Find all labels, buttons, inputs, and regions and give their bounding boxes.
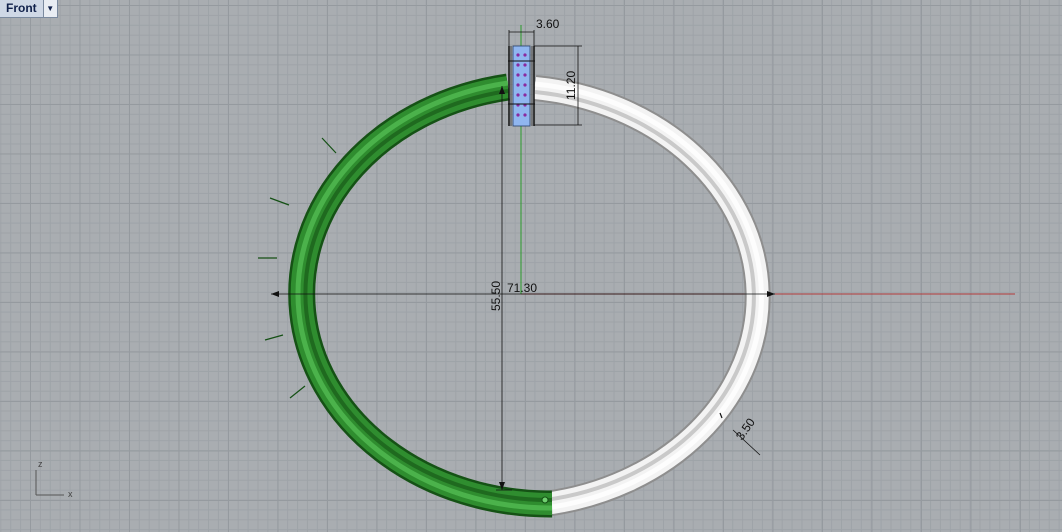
axis-widget-x-label: x [68, 489, 73, 499]
axis-widget: z x [35, 459, 73, 499]
clasp-part[interactable] [508, 45, 535, 127]
viewport-scene: 3.60 11.20 55.50 71.30 3.50 z x [35, 17, 1015, 518]
dimension-inner-height-text: 55.50 [489, 281, 503, 311]
dimension-gap-width-text: 3.60 [536, 17, 560, 31]
dimension-outer-width[interactable]: 71.30 [271, 281, 775, 297]
dimension-wire-thickness-text: 3.50 [733, 415, 758, 442]
ring-green-half[interactable] [258, 73, 553, 518]
ring-white-half[interactable] [533, 75, 771, 517]
dimension-clasp-height-text: 11.20 [564, 71, 578, 100]
axis-widget-z-label: z [38, 459, 43, 469]
dimension-outer-width-text: 71.30 [507, 281, 537, 295]
dimension-gap-width[interactable]: 3.60 [508, 17, 560, 46]
